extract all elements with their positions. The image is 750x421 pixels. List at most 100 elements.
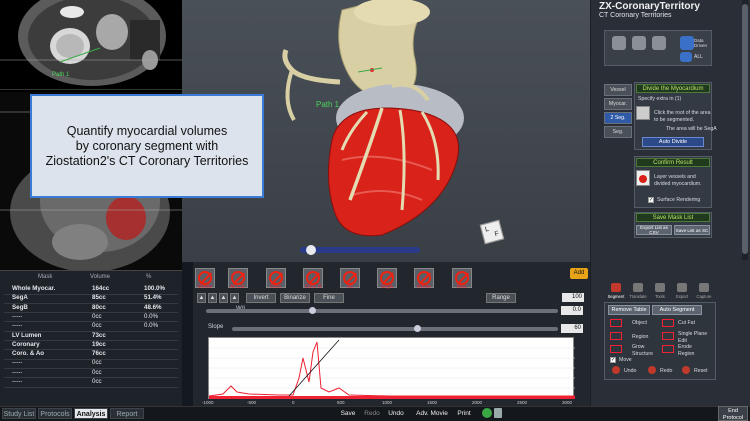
panel-tab-icon[interactable] [633,283,643,292]
head-posterior-icon[interactable] [632,36,646,50]
tab-protocols[interactable]: Protocols [38,408,72,419]
save-mask-header: Save Mask List [636,213,710,222]
header-volume: Volume [90,274,111,280]
threshold-histogram[interactable] [208,337,575,399]
table-cell-volume: 0cc [92,312,102,320]
mask-disabled-icon [198,271,212,285]
redo-tool-label: Redo [660,368,673,374]
adv-movie-button[interactable]: Adv. Movie [414,409,450,419]
auto-segment-button[interactable]: Auto Segment [652,305,702,315]
wl-value[interactable]: 0.0 [561,306,583,315]
move-label: Move [619,357,632,363]
histogram-tick-label: 2500 [517,400,528,405]
cut-fat-icon[interactable] [662,319,674,327]
print-button[interactable]: Print [454,409,474,419]
table-row: ----- 0cc [4,378,178,386]
panel-tab-icon[interactable] [699,283,709,292]
slope-value[interactable]: 60 [561,324,583,333]
binarize-button[interactable]: Binarize [280,293,310,303]
step-button[interactable]: Seg. [604,126,632,138]
surface-rendering-checkbox[interactable]: ✓ [648,197,654,203]
step-button[interactable]: Myocar. [604,98,632,110]
all-icon[interactable] [680,52,692,62]
remove-table-button[interactable]: Remove Table [608,305,650,315]
table-cell-mask: LV Lumen [12,331,42,339]
save-sc-button[interactable]: Save List as SC [674,225,710,235]
panel-tab-label[interactable]: Tools [650,294,670,299]
table-cell-mask: Whole Myocar. [12,285,56,292]
tool-b-button[interactable]: ▲ [208,293,217,303]
table-cell-volume: 0cc [92,368,102,376]
tool-a-button[interactable]: ▲ [197,293,206,303]
slope-slider-handle[interactable] [414,325,421,332]
panel-tab-label[interactable]: Segment [606,294,626,299]
move-checkbox[interactable]: ✓ [610,357,616,363]
auto-divide-button[interactable]: Auto Divide [642,137,704,147]
wl-slider-track[interactable] [206,309,558,313]
grow-tool-icon[interactable] [610,345,622,353]
tool-c-button[interactable]: ▲ [219,293,228,303]
tool-d-button[interactable]: ▲ [230,293,239,303]
view-slider-handle[interactable] [306,245,316,255]
end-protocol-button[interactable]: End Protocol [718,406,748,421]
region-tool-icon[interactable] [610,332,622,340]
single-plane-icon[interactable] [662,332,674,340]
panel-tab-label[interactable]: Export [672,294,692,299]
add-mask-button[interactable]: Add [570,268,588,279]
ct-axial-view[interactable]: Path 1 [0,0,182,90]
range-value[interactable]: 100 [562,293,584,302]
trash-icon[interactable] [494,408,502,418]
cut-fat-label: Cut Fat [678,320,696,326]
range-button[interactable]: Range [486,293,516,303]
invert-button[interactable]: Invert [246,293,276,303]
reset-icon[interactable] [682,366,690,374]
mask-disabled-icon [417,271,431,285]
panel-tab-icon[interactable] [611,283,621,292]
object-tool-label: Object [632,320,647,326]
table-cell-volume: 76cc [92,350,106,358]
tab-analysis[interactable]: Analysis [74,408,108,419]
orientation-cube-top-label: L [484,225,490,234]
panel-scrollbar-thumb[interactable] [742,4,748,254]
redo-icon[interactable] [648,366,656,374]
head-anterior-icon[interactable] [612,36,626,50]
step-button[interactable]: Vessel [604,84,632,96]
erode-tool-icon[interactable] [662,345,674,353]
object-tool-icon[interactable] [610,319,622,327]
tab-report[interactable]: Report [110,408,144,419]
panel-tab-icon[interactable] [677,283,687,292]
table-cell-mask: ----- [12,368,23,376]
undo-button[interactable]: Undo [386,409,406,419]
save-button[interactable]: Save [338,409,358,419]
header-mask: Mask [38,274,53,280]
confirm-text: Layer vessels and divided myocardium. [654,174,702,187]
table-cell-mask: SegA [12,294,28,302]
histogram-tick-label: -1000 [202,400,214,405]
histogram-plot [208,339,575,399]
tab-study-list[interactable]: Study List [2,408,36,419]
mask-tile-label: All Cor. [229,284,247,290]
result-thumbnail [636,170,650,186]
table-cell-volume: 0cc [92,322,102,330]
erode-tool-label: Erode Region [678,344,695,357]
panel-tab-label[interactable]: Translate [628,294,648,299]
panel-tab-icon[interactable] [655,283,665,292]
redo-button[interactable]: Redo [362,409,382,419]
undo-icon[interactable] [612,366,620,374]
wl-slider-handle[interactable] [309,307,316,314]
export-csv-button[interactable]: Export List as CSV [636,225,672,235]
grow-tool-label: Grow Structure [632,344,654,357]
head-lateral-icon[interactable] [652,36,666,50]
app-window: Path 1 Path 1 L F Quantify myocardial vo… [0,0,750,421]
table-cell-pct: 0.0% [144,312,159,320]
capture-icon[interactable] [482,408,492,418]
data-driven-icon[interactable] [680,36,694,50]
fine-button[interactable]: Fine [314,293,344,303]
panel-tab-label[interactable]: Capture [694,294,714,299]
step-button[interactable]: 2 Seg. [604,112,632,124]
caption-box: Quantify myocardial volumes by coronary … [30,94,264,198]
view-slider-track[interactable] [300,247,420,253]
surface-rendering-label: Surface Rendering [657,197,701,203]
slope-slider-track[interactable] [232,327,558,331]
table-cell-mask: Coro. & Ao [12,350,45,358]
